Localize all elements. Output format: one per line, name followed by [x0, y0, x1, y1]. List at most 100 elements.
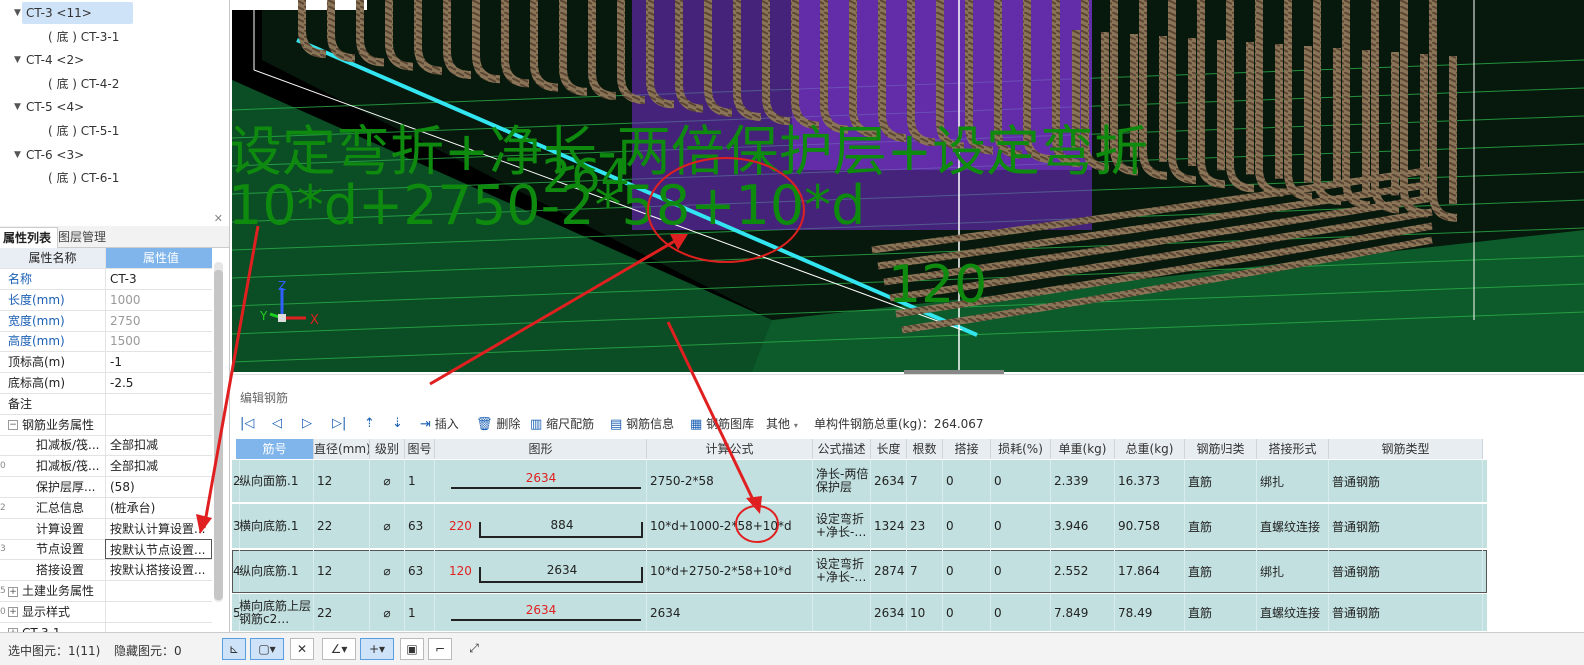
cell-len[interactable]: 1324 — [871, 504, 907, 548]
rebar-library-button[interactable]: ▦ 钢筋图库 — [690, 413, 754, 435]
shape-cell[interactable]: 2634 — [435, 594, 647, 631]
cell-lap[interactable]: 0 — [943, 594, 991, 631]
column-header[interactable]: 直径(mm) — [314, 439, 370, 459]
property-value[interactable]: (58) — [105, 477, 212, 497]
property-value[interactable]: 全部扣减 — [105, 456, 212, 477]
expand-icon[interactable]: + — [8, 607, 18, 618]
table-row[interactable]: 2 纵向面筋.1 12 ⌀ 1 2634 2750-2*58 净长-两倍保护层 2634 7 0 0 2… — [232, 460, 1487, 503]
property-row[interactable]: +CT-3-1 — [0, 622, 212, 632]
other-dropdown[interactable]: 其他 ▾ — [766, 413, 798, 435]
cell-name[interactable]: 横向底筋.1 — [236, 504, 314, 548]
cell-name[interactable]: 横向底筋上层钢筋c2… — [236, 594, 314, 631]
cell-total[interactable]: 16.373 — [1115, 460, 1185, 502]
cell-unit[interactable]: 7.849 — [1051, 594, 1115, 631]
scrollbar-thumb[interactable] — [214, 270, 223, 600]
property-row[interactable]: 备注 — [0, 393, 212, 415]
column-header[interactable]: 总重(kg) — [1115, 439, 1185, 459]
cell-formula[interactable]: 2634 — [647, 594, 813, 631]
property-row[interactable]: 2 汇总信息 (桩承台) — [0, 497, 212, 519]
draw-icon[interactable]: ⌐ — [428, 638, 452, 660]
property-scrollbar[interactable] — [214, 262, 223, 602]
scale-rebar-button[interactable]: ▥ 缩尺配筋 — [530, 413, 594, 435]
property-value[interactable]: CT-3 — [105, 269, 212, 289]
property-row[interactable]: 0 扣减板/筏... 全部扣减 — [0, 456, 212, 478]
cell-grade[interactable]: ⌀ — [370, 550, 405, 592]
shape-cell[interactable]: 2634 — [435, 460, 647, 502]
cell-grade[interactable]: ⌀ — [370, 594, 405, 631]
property-row[interactable]: 名称 CT-3 — [0, 269, 212, 290]
first-record-icon[interactable]: |◁ — [240, 413, 254, 435]
cell-count[interactable]: 23 — [907, 504, 943, 548]
shape-cell[interactable]: 120 2634 — [435, 550, 647, 592]
cell-len[interactable]: 2634 — [871, 460, 907, 502]
property-row[interactable]: − 钢筋业务属性 — [0, 414, 212, 436]
cell-lapform[interactable]: 绑扎 — [1257, 460, 1329, 502]
snap-box-icon[interactable]: ▢▾ — [250, 638, 284, 660]
column-header[interactable]: 级别 — [370, 439, 405, 459]
cell-grade[interactable]: ⌀ — [370, 460, 405, 502]
property-value[interactable]: (桩承台) — [105, 497, 212, 518]
cell-dia[interactable]: 12 — [314, 550, 370, 592]
column-header[interactable]: 单重(kg) — [1051, 439, 1115, 459]
cell-total[interactable]: 90.758 — [1115, 504, 1185, 548]
column-header[interactable]: 搭接 — [943, 439, 991, 459]
cell-loss[interactable]: 0 — [991, 504, 1051, 548]
property-value[interactable]: -2.5 — [105, 373, 212, 393]
cell-dia[interactable]: 22 — [314, 594, 370, 631]
tree-group[interactable]: ▼ CT-5 <4> — [14, 96, 84, 118]
property-row[interactable]: 3 节点设置 按默认节点设置... — [0, 539, 212, 561]
3d-viewport[interactable]: 设定弯折+净长-两倍保护层+设定弯折 10*d+2750-2*58+10*d 2… — [232, 0, 1584, 372]
insert-button[interactable]: ⇥ 插入 — [420, 413, 459, 435]
property-value[interactable] — [105, 414, 212, 435]
property-value[interactable]: 2750 — [105, 310, 212, 331]
expand-icon[interactable]: ⤢ — [462, 638, 486, 660]
cell-desc[interactable] — [813, 594, 871, 631]
move-up-icon[interactable]: ⇡ — [364, 413, 375, 435]
property-row[interactable]: 底标高(m) -2.5 — [0, 373, 212, 394]
expand-icon[interactable]: + — [8, 586, 18, 597]
column-header[interactable]: 筋号 — [236, 439, 314, 459]
column-header[interactable]: 钢筋归类 — [1185, 439, 1257, 459]
property-row[interactable]: 宽度(mm) 2750 — [0, 310, 212, 332]
cell-unit[interactable]: 2.339 — [1051, 460, 1115, 502]
column-header[interactable]: 钢筋类型 — [1329, 439, 1483, 459]
tree-item[interactable]: ( 底 ) CT-3-1 — [48, 26, 119, 48]
cell-desc[interactable]: 设定弯折+净长-… — [813, 550, 871, 592]
column-header[interactable]: 损耗(%) — [991, 439, 1051, 459]
rebar-info-button[interactable]: ▤ 钢筋信息 — [610, 413, 674, 435]
cell-lap[interactable]: 0 — [943, 460, 991, 502]
angle-icon[interactable]: ∠▾ — [322, 638, 356, 660]
property-row[interactable]: 计算设置 按默认计算设置... — [0, 518, 212, 540]
table-row[interactable]: 5 横向底筋上层钢筋c2… 22 ⌀ 1 2634 2634 2634 10 0 0 7.849 78.… — [232, 594, 1487, 632]
column-header[interactable]: 公式描述 — [813, 439, 871, 459]
cell-lapform[interactable]: 直螺纹连接 — [1257, 504, 1329, 548]
cell-lap[interactable]: 0 — [943, 504, 991, 548]
cell-total[interactable]: 78.49 — [1115, 594, 1185, 631]
cell-formula[interactable]: 2750-2*58 — [647, 460, 813, 502]
cell-len[interactable]: 2874 — [871, 550, 907, 592]
cell-count[interactable]: 7 — [907, 550, 943, 592]
property-value[interactable] — [105, 622, 212, 632]
cell-len[interactable]: 2634 — [871, 594, 907, 631]
cell-fig[interactable]: 1 — [405, 594, 435, 631]
cell-fig[interactable]: 63 — [405, 504, 435, 548]
tree-group[interactable]: ▼ CT-6 <3> — [14, 144, 84, 166]
chevron-down-icon[interactable]: ▼ — [14, 49, 26, 71]
tab-layer-management[interactable]: 图层管理 — [52, 227, 112, 248]
cell-cat[interactable]: 直筋 — [1185, 460, 1257, 502]
cell-cat[interactable]: 直筋 — [1185, 550, 1257, 592]
cell-desc[interactable]: 净长-两倍保护层 — [813, 460, 871, 502]
cell-count[interactable]: 7 — [907, 460, 943, 502]
cell-type[interactable]: 普通钢筋 — [1329, 504, 1483, 548]
offset-icon[interactable]: +▾ — [360, 638, 394, 660]
column-header[interactable]: 图号 — [405, 439, 435, 459]
table-row[interactable]: 4 纵向底筋.1 12 ⌀ 63 120 2634 10*d+2750-2*58+10*d 设定… — [232, 550, 1487, 593]
cell-unit[interactable]: 3.946 — [1051, 504, 1115, 548]
cell-loss[interactable]: 0 — [991, 550, 1051, 592]
property-value[interactable]: 按默认节点设置... — [105, 539, 212, 560]
property-row[interactable]: 扣减板/筏... 全部扣减 — [0, 435, 212, 457]
property-value[interactable] — [105, 393, 212, 414]
cell-cat[interactable]: 直筋 — [1185, 504, 1257, 548]
cell-desc[interactable]: 设定弯折+净长-… — [813, 504, 871, 548]
last-record-icon[interactable]: ▷| — [332, 413, 346, 435]
